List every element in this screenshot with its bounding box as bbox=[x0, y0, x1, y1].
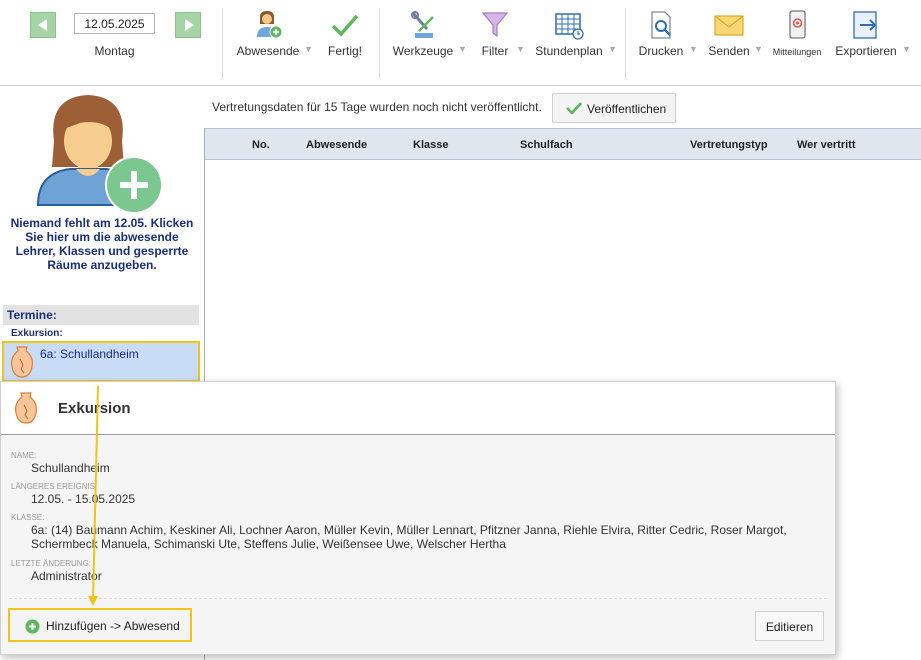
field-value-longer-event: 12.05. - 15.05.2025 bbox=[31, 492, 136, 506]
field-label-last-change: LETZTE ÄNDERUNG: bbox=[11, 559, 92, 568]
column-header-no[interactable]: No. bbox=[252, 139, 270, 151]
tools-button[interactable]: Werkzeuge bbox=[390, 6, 456, 76]
absent-message[interactable]: Niemand fehlt am 12.05. Klicken Sie hier… bbox=[4, 216, 200, 272]
vase-icon bbox=[11, 346, 33, 378]
filter-button[interactable]: Filter bbox=[478, 6, 512, 76]
event-item-schullandheim[interactable]: 6a: Schullandheim bbox=[2, 341, 200, 382]
filter-dropdown-icon[interactable]: ▼ bbox=[516, 44, 525, 54]
weekday-label: Montag bbox=[94, 44, 135, 58]
add-absence-person-icon[interactable] bbox=[30, 89, 170, 215]
tools-dropdown-icon[interactable]: ▼ bbox=[458, 44, 467, 54]
send-dropdown-icon[interactable]: ▼ bbox=[754, 44, 763, 54]
export-label: Exportieren bbox=[835, 44, 897, 58]
termine-heading: Termine: bbox=[3, 305, 199, 325]
previous-day-button[interactable] bbox=[30, 12, 56, 38]
main-toolbar: Montag Abwesende ▼ Fertig! Werkzeuge ▼ bbox=[0, 0, 921, 86]
mobile-notification-icon bbox=[789, 10, 806, 39]
envelope-icon bbox=[714, 15, 744, 36]
absent-person-icon bbox=[257, 11, 283, 39]
arrow-right-icon bbox=[185, 19, 194, 31]
add-to-absent-label: Hinzufügen -> Abwesend bbox=[46, 619, 180, 633]
print-dropdown-icon[interactable]: ▼ bbox=[689, 44, 698, 54]
absent-button[interactable]: Abwesende bbox=[232, 6, 304, 76]
date-input[interactable] bbox=[74, 13, 155, 34]
done-label: Fertig! bbox=[327, 44, 362, 58]
field-value-class: 6a: (14) Baumann Achim, Keskiner Ali, Lo… bbox=[31, 523, 787, 551]
arrow-left-icon bbox=[38, 19, 47, 31]
plus-circle-icon bbox=[25, 619, 40, 634]
filter-label: Filter bbox=[481, 44, 509, 58]
field-value-name: Schullandheim bbox=[31, 461, 110, 475]
checkmark-icon bbox=[566, 102, 582, 114]
column-header-absent[interactable]: Abwesende bbox=[306, 139, 367, 151]
event-category-label: Exkursion: bbox=[11, 328, 63, 339]
edit-button-label: Editieren bbox=[765, 620, 814, 634]
print-label: Drucken bbox=[638, 44, 684, 58]
event-detail-popup: Exkursion NAME: Schullandheim LÄNGERES E… bbox=[0, 381, 836, 655]
publish-button-label: Veröffentlichen bbox=[587, 102, 667, 116]
toolbar-separator bbox=[625, 8, 626, 78]
absent-dropdown-icon[interactable]: ▼ bbox=[304, 44, 313, 54]
date-navigator: Montag bbox=[0, 0, 222, 86]
tools-icon bbox=[411, 11, 434, 38]
send-button[interactable]: Senden bbox=[706, 6, 752, 76]
toolbar-separator bbox=[222, 8, 223, 78]
send-label: Senden bbox=[708, 44, 750, 58]
popup-divider bbox=[9, 598, 827, 599]
export-dropdown-icon[interactable]: ▼ bbox=[902, 44, 911, 54]
publish-message: Vertretungsdaten für 15 Tage wurden noch… bbox=[212, 100, 542, 114]
toolbar-separator bbox=[379, 8, 380, 78]
checkmark-icon bbox=[331, 14, 359, 37]
edit-button[interactable]: Editieren bbox=[755, 611, 824, 641]
export-arrow-icon bbox=[853, 11, 877, 39]
export-button[interactable]: Exportieren bbox=[834, 6, 898, 76]
timetable-icon bbox=[555, 13, 584, 40]
field-value-last-change: Administrator bbox=[31, 569, 102, 583]
notifications-button[interactable]: Mitteilungen bbox=[770, 6, 824, 76]
column-header-substitute[interactable]: Wer vertritt bbox=[797, 139, 855, 151]
absent-label: Abwesende bbox=[236, 44, 300, 58]
column-header-subject[interactable]: Schulfach bbox=[520, 139, 573, 151]
field-label-name: NAME: bbox=[11, 451, 37, 460]
next-day-button[interactable] bbox=[175, 12, 201, 38]
field-label-class: KLASSE: bbox=[11, 513, 45, 522]
notifications-label: Mitteilungen bbox=[772, 47, 822, 57]
event-label: 6a: Schullandheim bbox=[40, 347, 139, 361]
print-preview-icon bbox=[651, 11, 671, 39]
vase-icon bbox=[15, 392, 37, 424]
publish-button[interactable]: Veröffentlichen bbox=[552, 93, 676, 123]
popup-title: Exkursion bbox=[58, 400, 131, 417]
done-button[interactable]: Fertig! bbox=[322, 6, 368, 76]
tools-label: Werkzeuge bbox=[392, 44, 454, 58]
add-to-absent-button[interactable]: Hinzufügen -> Abwesend bbox=[8, 608, 192, 642]
column-header-substitution-type[interactable]: Vertretungstyp bbox=[690, 139, 768, 151]
table-header: No. Abwesende Klasse Schulfach Vertretun… bbox=[205, 128, 921, 160]
field-label-longer-event: LÄNGERES EREIGNIS: bbox=[11, 482, 98, 491]
timetable-dropdown-icon[interactable]: ▼ bbox=[608, 44, 617, 54]
print-button[interactable]: Drucken bbox=[636, 6, 686, 76]
timetable-label: Stundenplan bbox=[535, 44, 603, 58]
timetable-button[interactable]: Stundenplan bbox=[534, 6, 604, 76]
popup-header: Exkursion bbox=[1, 382, 835, 435]
column-header-class[interactable]: Klasse bbox=[413, 139, 448, 151]
filter-funnel-icon bbox=[481, 12, 509, 38]
